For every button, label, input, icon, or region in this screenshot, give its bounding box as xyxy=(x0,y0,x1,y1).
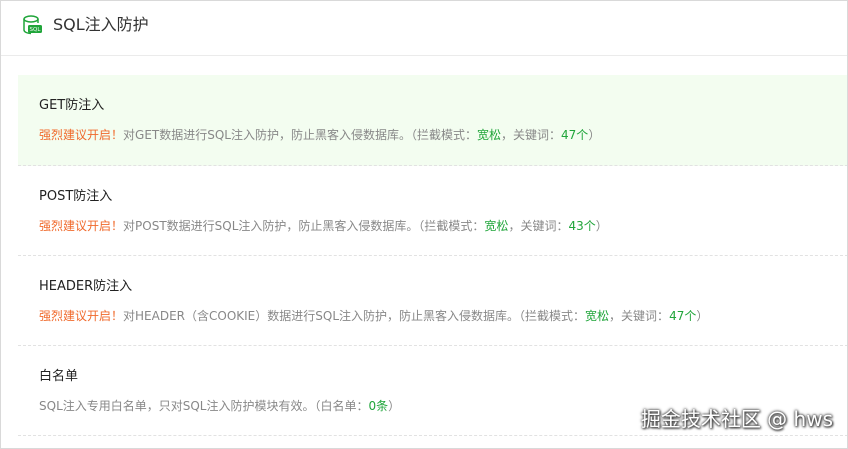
item-title: HEADER防注入 xyxy=(39,279,133,294)
keyword-count: 47个 xyxy=(669,309,697,323)
intercept-mode: 宽松 xyxy=(477,128,502,142)
list-item-get-injection[interactable]: GET防注入 强烈建议开启！对GET数据进行SQL注入防护，防止黑客入侵数据库。… xyxy=(18,75,847,166)
recommend-warning: 强烈建议开启！ xyxy=(39,128,124,142)
item-description: SQL注入专用白名单，只对SQL注入防护模块有效。（白名单：0条） xyxy=(39,399,401,413)
keyword-count: 47个 xyxy=(561,128,589,142)
keyword-count: 43个 xyxy=(568,219,596,233)
svg-text:SQL: SQL xyxy=(30,27,42,33)
item-description: 强烈建议开启！对HEADER（含COOKIE）数据进行SQL注入防护，防止黑客入… xyxy=(39,309,709,323)
item-title: GET防注入 xyxy=(39,98,105,113)
whitelist-count: 0条 xyxy=(368,399,389,413)
item-title: 白名单 xyxy=(39,369,79,384)
item-description: 强烈建议开启！对POST数据进行SQL注入防护，防止黑客入侵数据库。（拦截模式：… xyxy=(39,219,608,233)
watermark: 掘金技术社区 @ hws xyxy=(640,407,833,431)
intercept-mode: 宽松 xyxy=(585,309,610,323)
list-item-post-injection[interactable]: POST防注入 强烈建议开启！对POST数据进行SQL注入防护，防止黑客入侵数据… xyxy=(18,166,847,256)
intercept-mode: 宽松 xyxy=(484,219,509,233)
protection-list: GET防注入 强烈建议开启！对GET数据进行SQL注入防护，防止黑客入侵数据库。… xyxy=(18,75,847,436)
sql-database-icon: SQL xyxy=(23,15,42,35)
list-item-header-injection[interactable]: HEADER防注入 强烈建议开启！对HEADER（含COOKIE）数据进行SQL… xyxy=(18,256,847,346)
panel-header: SQL SQL注入防护 xyxy=(1,1,847,56)
item-description: 强烈建议开启！对GET数据进行SQL注入防护，防止黑客入侵数据库。（拦截模式：宽… xyxy=(39,128,601,142)
sql-injection-panel: SQL SQL注入防护 GET防注入 强烈建议开启！对GET数据进行SQL注入防… xyxy=(0,0,848,449)
recommend-warning: 强烈建议开启！ xyxy=(39,219,124,233)
recommend-warning: 强烈建议开启！ xyxy=(39,309,124,323)
page-title: SQL注入防护 xyxy=(53,15,149,34)
item-title: POST防注入 xyxy=(39,189,113,204)
